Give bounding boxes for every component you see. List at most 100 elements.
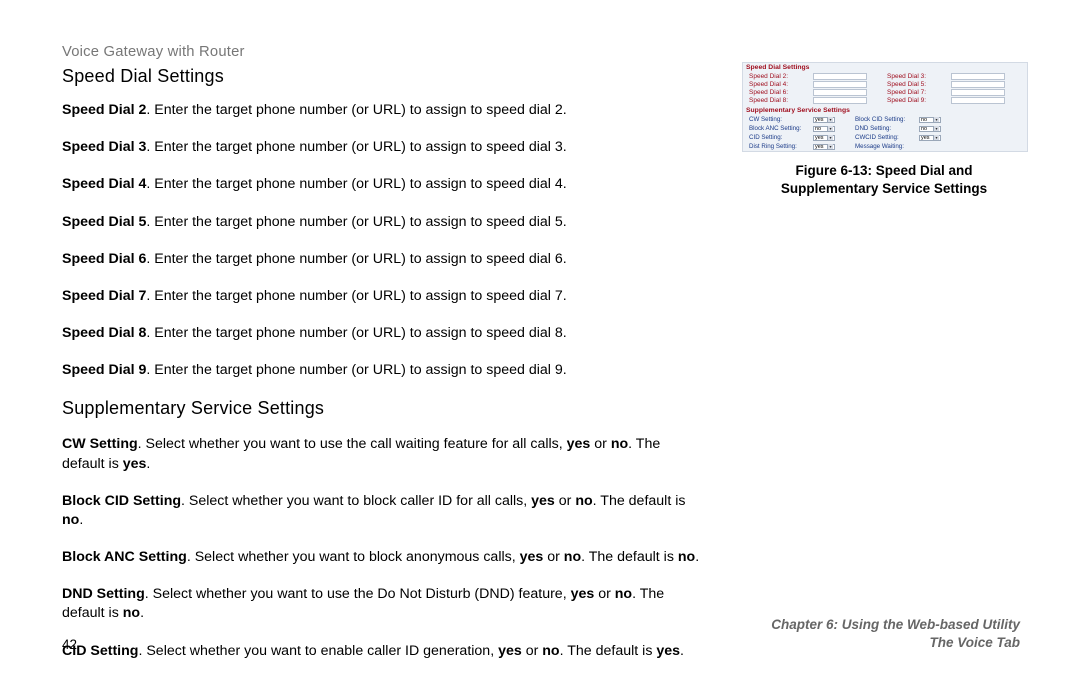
- supp-paragraph: Block ANC Setting. Select whether you wa…: [62, 548, 702, 567]
- speed-dial-label: Speed Dial 3: [62, 139, 146, 155]
- chevron-down-icon: ▾: [933, 126, 939, 131]
- bold-text: no: [62, 512, 79, 528]
- figure-select-value: no: [815, 126, 821, 132]
- figure-select[interactable]: no▾: [919, 117, 941, 123]
- speed-dial-label: Speed Dial 5: [62, 214, 146, 230]
- figure-speed-row: Speed Dial 8: Speed Dial 9:: [743, 96, 1027, 104]
- figure-field-label: Block CID Setting:: [835, 116, 919, 123]
- speed-dial-label: Speed Dial 8: [62, 325, 146, 341]
- bold-text: yes: [571, 586, 595, 602]
- figure-supp-row: Block ANC Setting:no▾DND Setting:no▾: [743, 124, 1027, 133]
- speed-dial-paragraph: Speed Dial 6. Enter the target phone num…: [62, 250, 702, 269]
- body-text: or: [543, 549, 564, 565]
- speed-dial-paragraph: Speed Dial 2. Enter the target phone num…: [62, 101, 702, 120]
- figure-supp-row: Dist Ring Setting:yes▾Message Waiting:: [743, 142, 1027, 151]
- figure-supp-row: CID Setting:yes▾CWCID Setting:yes▾: [743, 133, 1027, 142]
- body-text: . The default is: [593, 493, 686, 509]
- bold-text: CW Setting: [62, 436, 138, 452]
- speed-dial-text: . Enter the target phone number (or URL)…: [146, 325, 566, 341]
- bold-text: Block CID Setting: [62, 493, 181, 509]
- speed-dial-label: Speed Dial 4: [62, 176, 146, 192]
- speed-dial-text: . Enter the target phone number (or URL)…: [146, 102, 566, 118]
- figure-select[interactable]: yes▾: [813, 144, 835, 150]
- figure-field-label: Speed Dial 4:: [743, 81, 813, 88]
- body-text: or: [594, 586, 615, 602]
- bold-text: no: [615, 586, 632, 602]
- bold-text: no: [575, 493, 592, 509]
- chevron-down-icon: ▾: [827, 135, 833, 140]
- speed-dial-text: . Enter the target phone number (or URL)…: [146, 362, 566, 378]
- figure-text-input[interactable]: [951, 97, 1005, 104]
- figure-header-1: Speed Dial Settings: [743, 63, 1027, 72]
- figure-select[interactable]: no ▾: [919, 126, 941, 132]
- speed-dial-text: . Enter the target phone number (or URL)…: [146, 251, 566, 267]
- figure-select[interactable]: yes▾: [919, 135, 941, 141]
- figure-field-label: Block ANC Setting:: [743, 125, 813, 132]
- manual-page: Voice Gateway with Router Speed Dial Set…: [0, 0, 1080, 698]
- body-text: .: [695, 549, 699, 565]
- figure-caption-line2: Supplementary Service Settings: [781, 181, 987, 196]
- figure-field-label: CW Setting:: [743, 116, 813, 123]
- bold-text: yes: [531, 493, 555, 509]
- figure-field-label: CWCID Setting:: [835, 134, 919, 141]
- figure-text-input[interactable]: [813, 73, 867, 80]
- body-text: .: [79, 512, 83, 528]
- speed-dial-paragraph: Speed Dial 8. Enter the target phone num…: [62, 324, 702, 343]
- figure-text-input[interactable]: [951, 73, 1005, 80]
- body-text: . Select whether you want to block anony…: [187, 549, 520, 565]
- bold-text: DND Setting: [62, 586, 145, 602]
- figure-select-value: yes: [815, 144, 824, 150]
- product-line: Voice Gateway with Router: [62, 44, 1020, 60]
- figure-header-2: Supplementary Service Settings: [743, 106, 1027, 115]
- body-text: . Select whether you want to use the cal…: [138, 436, 567, 452]
- supp-paragraph: Block CID Setting. Select whether you wa…: [62, 492, 702, 530]
- heading-supplementary: Supplementary Service Settings: [62, 398, 702, 419]
- figure-field-label: DND Setting:: [835, 125, 919, 132]
- figure-text-input[interactable]: [813, 97, 867, 104]
- figure-area: Speed Dial Settings Speed Dial 2:Speed D…: [742, 62, 1026, 198]
- figure-text-input[interactable]: [951, 89, 1005, 96]
- figure-select[interactable]: yes▾: [813, 117, 835, 123]
- chevron-down-icon: ▾: [827, 126, 833, 131]
- figure-field-label: Speed Dial 2:: [743, 73, 813, 80]
- figure-select-value: no: [921, 126, 927, 132]
- chevron-down-icon: ▾: [827, 117, 833, 122]
- supp-paragraph: CW Setting. Select whether you want to u…: [62, 435, 702, 473]
- figure-select-value: yes: [921, 135, 930, 141]
- body-text: . Select whether you want to use the Do …: [145, 586, 571, 602]
- body-text: . Select whether you want to block calle…: [181, 493, 531, 509]
- speed-dial-label: Speed Dial 9: [62, 362, 146, 378]
- figure-select[interactable]: no ▾: [813, 126, 835, 132]
- speed-dial-label: Speed Dial 7: [62, 288, 146, 304]
- figure-speed-row: Speed Dial 6:Speed Dial 7:: [743, 88, 1027, 96]
- bold-text: yes: [567, 436, 591, 452]
- main-text-column: Speed Dial Settings Speed Dial 2. Enter …: [62, 66, 702, 661]
- figure-select-value: yes: [815, 117, 824, 123]
- body-text: or: [590, 436, 611, 452]
- figure-speed-row: Speed Dial 2: Speed Dial 3:: [743, 72, 1027, 80]
- footer-chapter: Chapter 6: Using the Web-based Utility: [771, 616, 1020, 634]
- figure-field-label: Speed Dial 6:: [743, 89, 813, 96]
- figure-caption-line1: Figure 6-13: Speed Dial and: [795, 163, 972, 178]
- speed-dial-text: . Enter the target phone number (or URL)…: [146, 176, 566, 192]
- speed-dial-paragraph: Speed Dial 9. Enter the target phone num…: [62, 361, 702, 380]
- speed-dial-paragraph: Speed Dial 4. Enter the target phone num…: [62, 175, 702, 194]
- figure-field-label: Speed Dial 3:: [867, 73, 951, 80]
- figure-field-label: Speed Dial 8:: [743, 97, 813, 104]
- figure-field-label: Speed Dial 9:: [867, 97, 951, 104]
- figure-select-value: no: [921, 117, 927, 123]
- figure-text-input[interactable]: [813, 89, 867, 96]
- speed-dial-paragraph: Speed Dial 3. Enter the target phone num…: [62, 138, 702, 157]
- body-text: .: [146, 456, 150, 472]
- speed-dial-label: Speed Dial 2: [62, 102, 146, 118]
- figure-text-input[interactable]: [951, 81, 1005, 88]
- bold-text: Block ANC Setting: [62, 549, 187, 565]
- figure-select-value: yes: [815, 135, 824, 141]
- figure-text-input[interactable]: [813, 81, 867, 88]
- figure-select[interactable]: yes▾: [813, 135, 835, 141]
- bold-text: no: [678, 549, 695, 565]
- speed-dial-paragraph: Speed Dial 5. Enter the target phone num…: [62, 213, 702, 232]
- footer-subsection: The Voice Tab: [771, 634, 1020, 652]
- figure-caption: Figure 6-13: Speed Dial and Supplementar…: [742, 162, 1026, 198]
- figure-image: Speed Dial Settings Speed Dial 2:Speed D…: [742, 62, 1028, 152]
